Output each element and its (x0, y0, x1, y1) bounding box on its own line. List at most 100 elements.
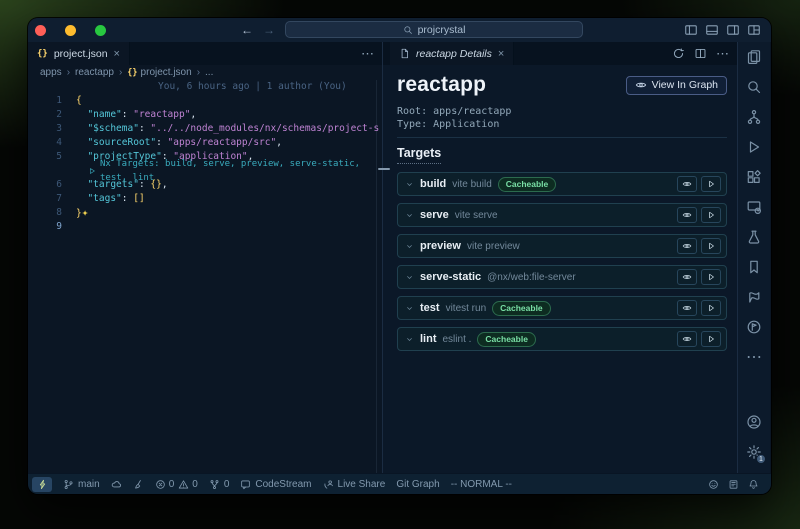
status-git-branch[interactable]: main (63, 479, 100, 490)
play-icon (706, 272, 716, 282)
nx-targets-codelens[interactable]: Nx Targets: build, serve, preview, serve… (28, 164, 382, 178)
json-icon: {} (127, 68, 137, 78)
target-row-preview[interactable]: previewvite preview (397, 234, 727, 258)
view-in-graph-button[interactable]: View In Graph (626, 76, 727, 95)
chevron-down-icon[interactable] (405, 180, 414, 189)
status-remote-indicator[interactable] (32, 477, 52, 492)
target-name: serve-static (420, 271, 481, 283)
layout-panel-icon[interactable] (705, 23, 719, 37)
minimize-window-button[interactable] (65, 25, 76, 36)
more-actions-icon[interactable]: ⋯ (361, 46, 374, 62)
chevron-down-icon[interactable] (405, 335, 414, 344)
zoom-window-button[interactable] (95, 25, 106, 36)
refresh-icon[interactable] (672, 47, 685, 60)
line-number: 8 (28, 206, 62, 220)
chevron-down-icon[interactable] (405, 273, 414, 282)
breadcrumb-item-reactapp[interactable]: reactapp (75, 67, 114, 78)
breadcrumb-item--[interactable]: ... (205, 67, 213, 78)
run-target-button[interactable] (701, 176, 721, 192)
show-target-button[interactable] (677, 176, 697, 192)
target-row-lint[interactable]: linteslint .Cacheable (397, 327, 727, 351)
root-label: Root: (397, 106, 427, 117)
status-feedback[interactable] (708, 479, 719, 490)
target-row-serve-static[interactable]: serve-static@nx/web:file-server (397, 265, 727, 289)
status-gitlens[interactable] (133, 479, 144, 490)
chevron-down-icon[interactable] (405, 304, 414, 313)
activity-item-testing[interactable] (738, 222, 770, 252)
line-content (62, 220, 76, 234)
target-row-build[interactable]: buildvite buildCacheable (397, 172, 727, 196)
status-problems[interactable]: 00 (155, 479, 198, 490)
target-row-test[interactable]: testvitest runCacheable (397, 296, 727, 320)
close-icon[interactable]: × (114, 48, 120, 60)
run-target-button[interactable] (701, 269, 721, 285)
targets-heading: Targets (397, 146, 441, 164)
show-target-button[interactable] (677, 238, 697, 254)
activity-item-source-control[interactable] (738, 102, 770, 132)
activity-item-run-debug[interactable] (738, 132, 770, 162)
status-live-share[interactable]: Live Share (323, 479, 386, 490)
activity-item-accounts[interactable] (738, 407, 770, 437)
status-label: Live Share (338, 479, 386, 490)
activity-item-search[interactable] (738, 72, 770, 102)
line-content: "tags": [] (62, 192, 145, 206)
tab-project-json[interactable]: {} project.json × (28, 42, 130, 65)
activity-item-nx-cloud[interactable] (738, 312, 770, 342)
split-editor-icon[interactable] (694, 47, 707, 60)
line-number: 1 (28, 94, 62, 108)
search-icon (746, 79, 762, 95)
chevron-down-icon[interactable] (405, 242, 414, 251)
run-target-button[interactable] (701, 300, 721, 316)
status-git-graph[interactable]: Git Graph (396, 479, 439, 490)
status-merge-status[interactable]: 0 (209, 479, 230, 490)
code-editor[interactable]: You, 6 hours ago | 1 author (You) 1{2 "n… (28, 80, 382, 473)
forward-icon[interactable]: → (263, 23, 275, 37)
tab-reactapp-details[interactable]: reactapp Details × (390, 42, 514, 65)
run-target-button[interactable] (701, 331, 721, 347)
eye-icon (682, 241, 692, 251)
show-target-button[interactable] (677, 300, 697, 316)
play-outline-icon (88, 167, 96, 175)
codestream-icon (240, 479, 251, 490)
activity-item-nx-console[interactable] (738, 282, 770, 312)
remote-icon (746, 199, 762, 215)
show-target-button[interactable] (677, 207, 697, 223)
breadcrumb-item-project-json[interactable]: {}project.json (127, 67, 191, 78)
editor-group-left: {} project.json × ⋯ apps›reactapp›{}proj… (28, 42, 383, 473)
breadcrumb: apps›reactapp›{}project.json›... (28, 65, 382, 80)
back-icon[interactable]: ← (241, 23, 253, 37)
close-window-button[interactable] (35, 25, 46, 36)
layout-sidebar-right-icon[interactable] (726, 23, 740, 37)
layout-sidebar-left-icon[interactable] (684, 23, 698, 37)
show-target-button[interactable] (677, 269, 697, 285)
chevron-down-icon[interactable] (405, 211, 414, 220)
run-target-button[interactable] (701, 238, 721, 254)
customize-layout-icon[interactable] (747, 23, 761, 37)
gitlens-blame-lens[interactable]: You, 6 hours ago | 1 author (You) (28, 80, 382, 94)
run-target-button[interactable] (701, 207, 721, 223)
status-notifications[interactable] (748, 479, 759, 490)
activity-item-remote-explorer[interactable] (738, 192, 770, 222)
breadcrumb-item-apps[interactable]: apps (40, 67, 62, 78)
activity-item-more-views[interactable]: ⋯ (738, 342, 770, 372)
status-publish[interactable] (111, 479, 122, 490)
targets-list: buildvite buildCacheable servevite serve p… (397, 172, 727, 351)
status-vim-mode[interactable]: -- NORMAL -- (451, 479, 512, 490)
left-tab-bar: {} project.json × ⋯ (28, 42, 382, 65)
status-codestream[interactable]: CodeStream (240, 479, 311, 490)
activity-item-explorer[interactable] (738, 42, 770, 72)
close-icon[interactable]: × (498, 48, 504, 60)
target-name: build (420, 178, 446, 190)
target-name: lint (420, 333, 437, 345)
line-content: }✦ (62, 206, 88, 220)
activity-item-settings[interactable]: 1 (738, 437, 770, 467)
play-icon (706, 210, 716, 220)
status-format[interactable] (728, 479, 739, 490)
activity-item-bookmarks[interactable] (738, 252, 770, 282)
target-row-serve[interactable]: servevite serve (397, 203, 727, 227)
command-center-search[interactable]: projcrystal (285, 21, 583, 38)
activity-item-extensions[interactable] (738, 162, 770, 192)
show-target-button[interactable] (677, 331, 697, 347)
more-icon[interactable]: ⋯ (716, 46, 729, 62)
bolt-icon (37, 479, 48, 490)
